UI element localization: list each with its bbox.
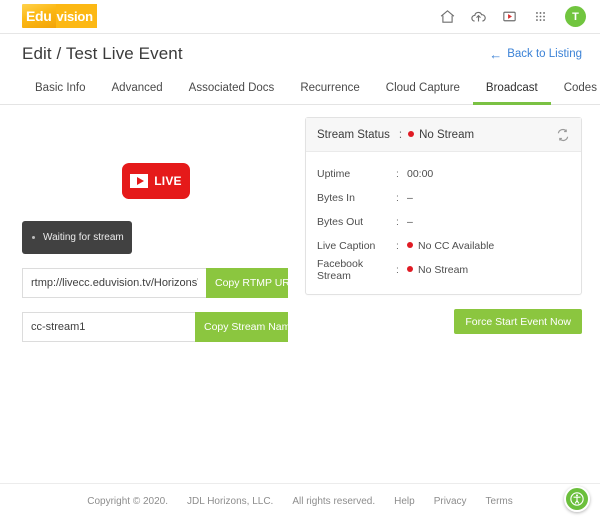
logo-text-vision: vision: [56, 9, 94, 24]
facebook-stream-value: No Stream: [418, 263, 469, 276]
accessibility-icon[interactable]: [564, 486, 590, 512]
facebook-stream-value-wrap: No Stream: [407, 264, 468, 276]
footer-link-privacy[interactable]: Privacy: [434, 496, 467, 507]
back-to-listing-link[interactable]: ← Back to Listing: [489, 48, 582, 61]
bytes-in-separator: :: [396, 191, 399, 204]
bytes-out-label: Bytes Out: [317, 215, 364, 228]
tab-associated-docs[interactable]: Associated Docs: [176, 74, 288, 105]
live-caption-separator: :: [396, 239, 399, 252]
footer-rights: All rights reserved.: [292, 495, 376, 507]
uptime-separator: :: [396, 167, 399, 180]
waiting-for-stream-label: Waiting for stream: [43, 232, 124, 243]
user-avatar[interactable]: T: [565, 6, 586, 27]
copy-rtmp-url-button[interactable]: Copy RTMP URL: [206, 268, 296, 298]
uptime-label: Uptime: [317, 167, 351, 180]
bytes-out-separator: :: [396, 215, 399, 228]
stream-status-separator: :: [398, 128, 403, 141]
status-dot-icon: [32, 236, 35, 239]
cloud-upload-icon[interactable]: [470, 8, 487, 25]
top-navigation-bar: Edu vision T: [0, 0, 600, 34]
status-row-bytes-in: Bytes In : –: [317, 186, 570, 209]
status-row-facebook-stream: Facebook Stream : No Stream: [317, 257, 570, 282]
stream-name-input[interactable]: [22, 312, 195, 342]
rtmp-url-row: Copy RTMP URL: [22, 268, 296, 298]
status-row-bytes-out: Bytes Out : –: [317, 210, 570, 233]
footer-copyright: Copyright © 2020.: [87, 495, 168, 507]
stream-status-column: Stream Status : No Stream Uptime : 00:00: [290, 117, 582, 342]
force-start-wrap: Force Start Event Now: [305, 309, 582, 334]
facebook-stream-dot-icon: [407, 265, 413, 272]
footer-link-help[interactable]: Help: [394, 496, 415, 507]
facebook-stream-separator: :: [396, 263, 399, 276]
stream-status-label: Stream Status: [317, 128, 390, 141]
eduvision-logo[interactable]: Edu: [22, 3, 57, 28]
bytes-in-label: Bytes In: [317, 191, 355, 204]
tab-codes[interactable]: Codes: [551, 74, 600, 105]
apps-grid-icon[interactable]: [532, 8, 549, 25]
live-badge-wrap: LIVE: [22, 163, 290, 199]
logo-text-vision-wrap: vision: [55, 3, 97, 28]
tab-cloud-capture[interactable]: Cloud Capture: [373, 74, 473, 105]
stream-status-value: No Stream: [419, 128, 475, 141]
tab-basic-info[interactable]: Basic Info: [22, 74, 99, 105]
page-footer: Copyright © 2020. JDL Horizons, LLC. All…: [0, 483, 600, 518]
force-start-event-button[interactable]: Force Start Event Now: [454, 309, 582, 334]
tab-advanced[interactable]: Advanced: [99, 74, 176, 105]
live-caption-dot-icon: [407, 241, 413, 248]
topbar-icon-group: T: [439, 6, 586, 27]
stream-status-header: Stream Status : No Stream: [306, 118, 581, 152]
status-dot-red-icon: [408, 130, 415, 137]
status-row-live-caption: Live Caption : No CC Available: [317, 234, 570, 257]
bytes-in-value: –: [407, 191, 413, 204]
footer-company: JDL Horizons, LLC.: [187, 495, 274, 507]
back-arrow-icon: ←: [489, 46, 503, 62]
stream-setup-column: LIVE Waiting for stream Copy RTMP URL Co…: [22, 117, 296, 342]
bytes-out-value: –: [407, 215, 413, 228]
home-icon[interactable]: [439, 8, 456, 25]
page-header: Edit / Test Live Event ← Back to Listing: [0, 34, 600, 64]
rtmp-url-input[interactable]: [22, 268, 206, 298]
waiting-for-stream-status: Waiting for stream: [22, 221, 132, 254]
tab-broadcast[interactable]: Broadcast: [472, 74, 551, 105]
tab-bar: Basic Info Advanced Associated Docs Recu…: [0, 73, 600, 105]
stream-name-row: Copy Stream Name: [22, 312, 296, 342]
play-icon: [130, 174, 149, 188]
back-to-listing-label: Back to Listing: [507, 48, 582, 60]
logo-text-edu: Edu: [26, 7, 52, 24]
status-row-uptime: Uptime : 00:00: [317, 162, 570, 185]
live-badge: LIVE: [122, 163, 190, 199]
live-caption-label: Live Caption: [317, 239, 376, 252]
page-title: Edit / Test Live Event: [22, 44, 183, 63]
video-play-icon[interactable]: [501, 8, 518, 25]
broadcast-panel: LIVE Waiting for stream Copy RTMP URL Co…: [0, 105, 600, 342]
live-caption-value-wrap: No CC Available: [407, 240, 494, 252]
facebook-stream-label: Facebook Stream: [317, 257, 364, 282]
tab-recurrence[interactable]: Recurrence: [287, 74, 372, 105]
footer-link-terms[interactable]: Terms: [486, 496, 513, 507]
live-badge-label: LIVE: [154, 174, 182, 188]
refresh-icon[interactable]: [556, 128, 570, 142]
stream-status-panel: Stream Status : No Stream Uptime : 00:00: [305, 117, 582, 295]
play-triangle-icon: [136, 177, 144, 185]
copy-stream-name-button[interactable]: Copy Stream Name: [195, 312, 296, 342]
uptime-value: 00:00: [407, 167, 434, 180]
live-caption-value: No CC Available: [418, 239, 495, 252]
stream-status-rows: Uptime : 00:00 Bytes In : – Bytes Out : …: [306, 152, 581, 294]
